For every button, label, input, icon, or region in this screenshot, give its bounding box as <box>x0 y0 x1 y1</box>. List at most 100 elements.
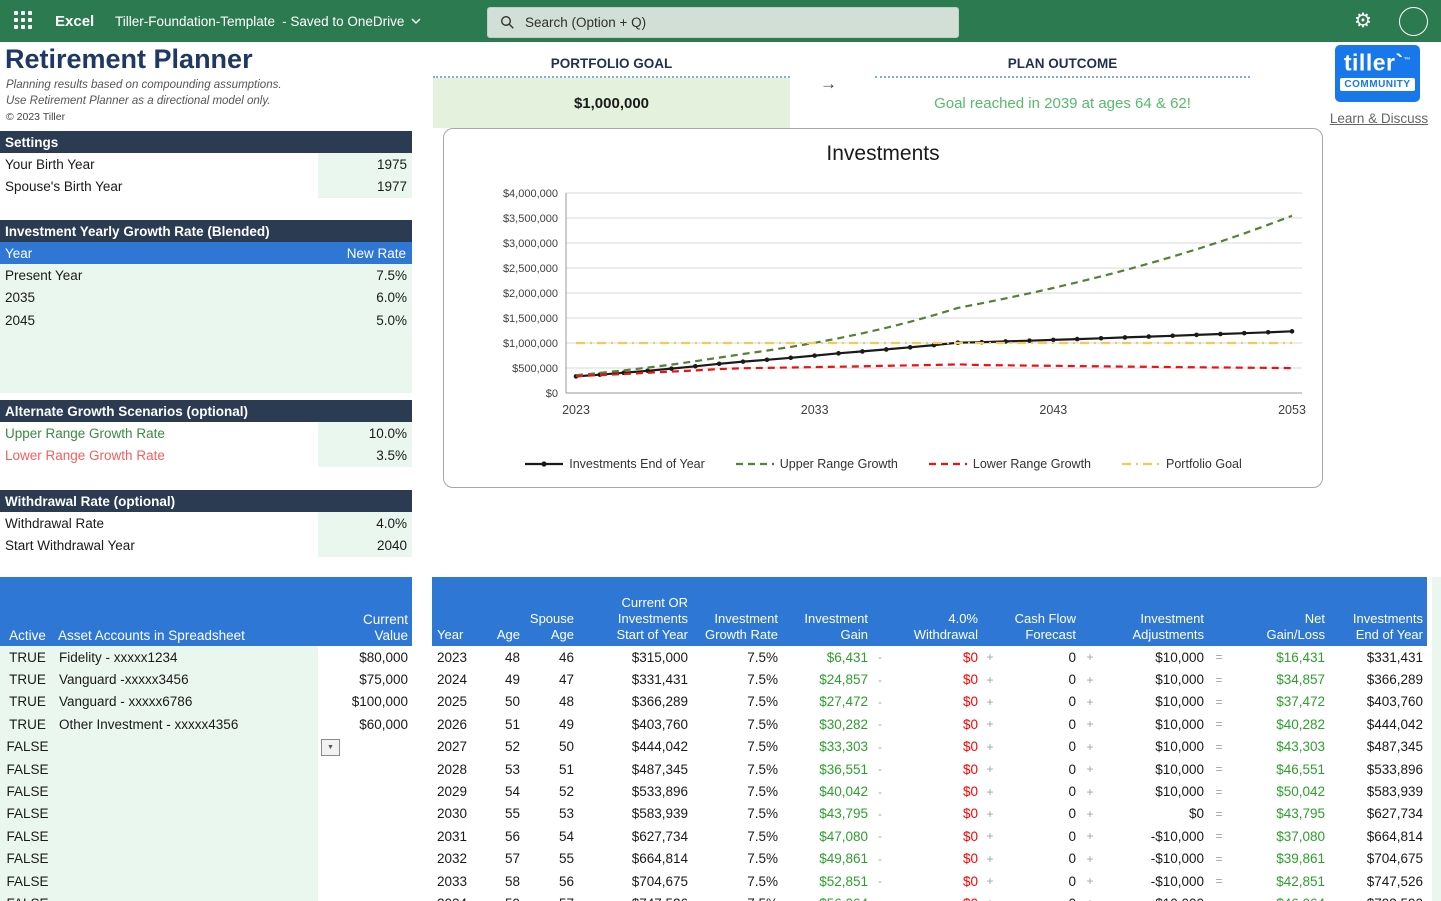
account-name-cell[interactable] <box>55 803 318 825</box>
adjustments-cell[interactable]: $10,000 <box>1100 694 1208 709</box>
year-cell[interactable]: 2033 <box>432 874 472 889</box>
growth-rate-cell[interactable]: 7.5% <box>692 829 782 844</box>
net-gain-cell[interactable]: $37,080 <box>1230 829 1329 844</box>
account-name-cell[interactable]: Other Investment - xxxxx4356 <box>55 713 318 735</box>
withdrawal-cell[interactable]: $0 <box>888 806 982 821</box>
adjustments-cell[interactable]: -$10,000 <box>1100 829 1208 844</box>
cash-flow-cell[interactable]: 0 <box>998 694 1080 709</box>
adjustments-cell[interactable]: $10,000 <box>1100 784 1208 799</box>
gain-cell[interactable]: $40,042 <box>782 784 872 799</box>
start-of-year-cell[interactable]: $583,939 <box>578 806 692 821</box>
net-gain-cell[interactable]: $46,064 <box>1230 896 1329 901</box>
spouse-age-cell[interactable]: 53 <box>524 806 578 821</box>
adjustments-cell[interactable]: -$10,000 <box>1100 851 1208 866</box>
start-of-year-cell[interactable]: $487,345 <box>578 762 692 777</box>
withdrawal-cell[interactable]: $0 <box>888 694 982 709</box>
end-of-year-cell[interactable]: $664,814 <box>1329 829 1427 844</box>
app-launcher-icon[interactable] <box>14 11 34 31</box>
end-of-year-cell[interactable]: $444,042 <box>1329 717 1427 732</box>
document-title[interactable]: Tiller-Foundation-Template - Saved to On… <box>115 0 421 42</box>
account-name-cell[interactable] <box>55 870 318 892</box>
learn-discuss-link[interactable]: Learn & Discuss <box>1324 111 1434 126</box>
current-value-cell[interactable] <box>318 780 412 802</box>
withdrawal-cell[interactable]: $0 <box>888 762 982 777</box>
current-value-cell[interactable] <box>318 803 412 825</box>
search-input[interactable] <box>523 14 907 31</box>
current-value-cell[interactable] <box>318 758 412 780</box>
account-name-cell[interactable]: Fidelity - xxxxx1234 <box>55 646 318 668</box>
start-of-year-cell[interactable]: $403,760 <box>578 717 692 732</box>
growth-rate-cell[interactable]: 7.5% <box>692 717 782 732</box>
start-of-year-cell[interactable]: $704,675 <box>578 874 692 889</box>
growth-rate-cell[interactable]: 5.0% <box>318 309 412 331</box>
current-value-cell[interactable] <box>318 870 412 892</box>
net-gain-cell[interactable]: $46,551 <box>1230 762 1329 777</box>
gain-cell[interactable]: $47,080 <box>782 829 872 844</box>
dropdown-button[interactable]: ▼ <box>321 739 340 756</box>
upper-range-cell[interactable]: 10.0% <box>318 422 412 444</box>
withdrawal-rate-cell[interactable]: 4.0% <box>318 512 412 534</box>
active-cell[interactable]: FALSE <box>0 758 55 780</box>
account-name-cell[interactable] <box>55 825 318 847</box>
current-value-cell[interactable] <box>318 892 412 901</box>
gain-cell[interactable]: $33,303 <box>782 739 872 754</box>
withdrawal-cell[interactable]: $0 <box>888 739 982 754</box>
spouse-age-cell[interactable]: 56 <box>524 874 578 889</box>
growth-rate-cell[interactable]: 7.5% <box>692 806 782 821</box>
age-cell[interactable]: 56 <box>472 829 524 844</box>
tiller-community-logo[interactable]: tiller`™ COMMUNITY <box>1335 45 1420 102</box>
current-value-cell[interactable]: $75,000 <box>318 668 412 690</box>
adjustments-cell[interactable]: $10,000 <box>1100 672 1208 687</box>
age-cell[interactable]: 51 <box>472 717 524 732</box>
growth-rate-cell[interactable]: 7.5% <box>692 874 782 889</box>
withdrawal-cell[interactable]: $0 <box>888 784 982 799</box>
gain-cell[interactable]: $30,282 <box>782 717 872 732</box>
active-cell[interactable]: FALSE <box>0 780 55 802</box>
net-gain-cell[interactable]: $16,431 <box>1230 650 1329 665</box>
adjustments-cell[interactable]: -$10,000 <box>1100 896 1208 901</box>
age-cell[interactable]: 54 <box>472 784 524 799</box>
account-name-cell[interactable] <box>55 780 318 802</box>
current-value-cell[interactable] <box>318 825 412 847</box>
withdrawal-cell[interactable]: $0 <box>888 874 982 889</box>
active-cell[interactable]: TRUE <box>0 713 55 735</box>
adjustments-cell[interactable]: $10,000 <box>1100 739 1208 754</box>
start-of-year-cell[interactable]: $366,289 <box>578 694 692 709</box>
spouse-age-cell[interactable]: 49 <box>524 717 578 732</box>
year-cell[interactable]: 2032 <box>432 851 472 866</box>
cash-flow-cell[interactable]: 0 <box>998 874 1080 889</box>
growth-year[interactable]: Present Year <box>0 268 318 283</box>
spouse-age-cell[interactable]: 46 <box>524 650 578 665</box>
end-of-year-cell[interactable]: $487,345 <box>1329 739 1427 754</box>
year-cell[interactable]: 2029 <box>432 784 472 799</box>
account-name-cell[interactable]: Vanguard - xxxxx6786 <box>55 691 318 713</box>
end-of-year-cell[interactable]: $533,896 <box>1329 762 1427 777</box>
age-cell[interactable]: 48 <box>472 650 524 665</box>
withdrawal-cell[interactable]: $0 <box>888 851 982 866</box>
end-of-year-cell[interactable]: $704,675 <box>1329 851 1427 866</box>
end-of-year-cell[interactable]: $747,526 <box>1329 874 1427 889</box>
age-cell[interactable]: 53 <box>472 762 524 777</box>
growth-rate-cell[interactable]: 7.5% <box>692 784 782 799</box>
cash-flow-cell[interactable]: 0 <box>998 717 1080 732</box>
cash-flow-cell[interactable]: 0 <box>998 650 1080 665</box>
current-value-cell[interactable]: $60,000 <box>318 713 412 735</box>
net-gain-cell[interactable]: $42,851 <box>1230 874 1329 889</box>
active-cell[interactable]: TRUE <box>0 668 55 690</box>
adjustments-cell[interactable]: $10,000 <box>1100 650 1208 665</box>
age-cell[interactable]: 52 <box>472 739 524 754</box>
birth-year-cell[interactable]: 1975 <box>318 153 412 175</box>
growth-year[interactable]: 2035 <box>0 290 318 305</box>
spouse-age-cell[interactable]: 54 <box>524 829 578 844</box>
gain-cell[interactable]: $49,861 <box>782 851 872 866</box>
account-name-cell[interactable] <box>55 758 318 780</box>
gear-icon[interactable]: ⚙ <box>1354 8 1372 34</box>
withdrawal-cell[interactable]: $0 <box>888 896 982 901</box>
gain-cell[interactable]: $27,472 <box>782 694 872 709</box>
adjustments-cell[interactable]: $0 <box>1100 806 1208 821</box>
net-gain-cell[interactable]: $39,861 <box>1230 851 1329 866</box>
start-withdrawal-cell[interactable]: 2040 <box>318 534 412 556</box>
year-cell[interactable]: 2026 <box>432 717 472 732</box>
active-cell[interactable]: FALSE <box>0 803 55 825</box>
spouse-age-cell[interactable]: 55 <box>524 851 578 866</box>
